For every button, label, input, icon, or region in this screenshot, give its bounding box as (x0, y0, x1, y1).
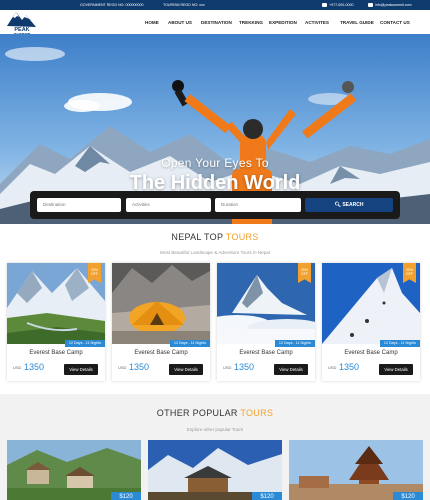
tour-card-image (112, 263, 210, 344)
mail-icon (368, 3, 373, 8)
navbar: PEAK SUMMIT TREK & EXPEDITION HOME ABOUT… (0, 10, 430, 43)
tour-card[interactable]: 20% OFF 12 Days - 11 Nights Everest Base… (217, 263, 315, 381)
tour-price: 1350 (24, 362, 45, 372)
phone-icon (322, 3, 327, 8)
price-currency: USD (118, 365, 127, 370)
tour-duration-badge: 12 Days - 11 Nights (274, 340, 315, 347)
main-navigation: HOME ABOUT US DESTINATION TREKKING EXPED… (145, 20, 416, 25)
tour-name[interactable]: Everest Base Camp (322, 350, 420, 356)
email-link[interactable]: info@peaksummit.com (368, 0, 412, 10)
tour-name[interactable]: Everest Base Camp (112, 350, 210, 356)
top-tours-heading-accent: TOURS (225, 232, 259, 242)
nav-destination[interactable]: DESTINATION (201, 20, 239, 25)
popular-tour-price: $120 (252, 492, 282, 500)
nav-contact-us[interactable]: CONTACT US (380, 20, 416, 25)
price-currency: USD (328, 365, 337, 370)
popular-tours-heading: OTHER POPULAR TOURS (0, 408, 430, 418)
popular-tour-image (289, 440, 423, 500)
top-tours-heading-main: NEPAL TOP (171, 232, 226, 242)
search-button[interactable]: 🔍︎ SEARCH (305, 198, 393, 212)
nav-travel-guide[interactable]: TRAVEL GUIDE (340, 20, 380, 25)
phone-number: +977-000-0000 (329, 3, 354, 7)
destination-input[interactable]: Destination (37, 198, 121, 212)
price-currency: USD (223, 365, 232, 370)
popular-tour-image (7, 440, 141, 500)
nav-about-us[interactable]: ABOUT US (168, 20, 201, 25)
top-tours-heading: NEPAL TOP TOURS (0, 232, 430, 242)
search-button-label: SEARCH (342, 202, 364, 208)
view-details-button[interactable]: View Details (379, 364, 413, 375)
tour-name[interactable]: Everest Base Camp (217, 350, 315, 356)
popular-tour-price: $120 (393, 492, 423, 500)
tourism-registration: TOURISM REGD NO: xxx (163, 3, 205, 7)
activities-input[interactable]: Activities (126, 198, 211, 212)
email-address: info@peaksummit.com (375, 3, 412, 7)
hero-subtitle: Open Your Eyes To (161, 156, 269, 170)
popular-tour-card[interactable]: $120 (289, 440, 423, 500)
nav-activities[interactable]: ACTIVITES (305, 20, 340, 25)
view-details-button[interactable]: View Details (64, 364, 98, 375)
popular-tour-card[interactable]: $120 (7, 440, 141, 500)
page: GOVERNMENT REGD NO: 000000000 TOURISM RE… (0, 0, 430, 500)
popular-tour-card[interactable]: $120 (148, 440, 282, 500)
popular-tours-heading-main: OTHER POPULAR (156, 408, 241, 418)
tour-card[interactable]: 12 Days - 11 Nights Everest Base Camp US… (112, 263, 210, 381)
popular-tour-price: $120 (111, 492, 141, 500)
tour-duration-badge: 12 Days - 11 Nights (379, 340, 420, 347)
popular-tours-heading-accent: TOURS (240, 408, 274, 418)
phone-link[interactable]: +977-000-0000 (322, 0, 353, 10)
search-icon: 🔍︎ (334, 202, 341, 208)
tour-price: 1350 (129, 362, 150, 372)
top-tours-subtitle: Most Beautiful Landscape & Adventure Tou… (160, 250, 270, 255)
nav-expedition[interactable]: EXPEDITION (269, 20, 305, 25)
popular-tour-image (148, 440, 282, 500)
tour-card[interactable]: 20% OFF 12 Days - 11 Nights Everest Base… (7, 263, 105, 381)
government-registration: GOVERNMENT REGD NO: 000000000 (80, 3, 144, 7)
tour-card[interactable]: 20% OFF 12 Days - 11 Nights Everest Base… (322, 263, 420, 381)
price-currency: USD (13, 365, 22, 370)
duration-input[interactable]: Duration (215, 198, 301, 212)
view-details-button[interactable]: View Details (169, 364, 203, 375)
view-details-button[interactable]: View Details (274, 364, 308, 375)
tour-name[interactable]: Everest Base Camp (7, 350, 105, 356)
tour-duration-badge: 12 Days - 11 Nights (169, 340, 210, 347)
tour-price: 1350 (234, 362, 255, 372)
nav-home[interactable]: HOME (145, 20, 168, 25)
popular-tours-subtitle: Explore other popular Tours (186, 427, 244, 432)
tour-price: 1350 (339, 362, 360, 372)
tour-duration-badge: 12 Days - 11 Nights (64, 340, 105, 347)
nav-trekking[interactable]: TREKKING (239, 20, 269, 25)
top-info-bar: GOVERNMENT REGD NO: 000000000 TOURISM RE… (0, 0, 430, 10)
tour-search-bar: Destination Activities Duration 🔍︎ SEARC… (30, 191, 400, 219)
